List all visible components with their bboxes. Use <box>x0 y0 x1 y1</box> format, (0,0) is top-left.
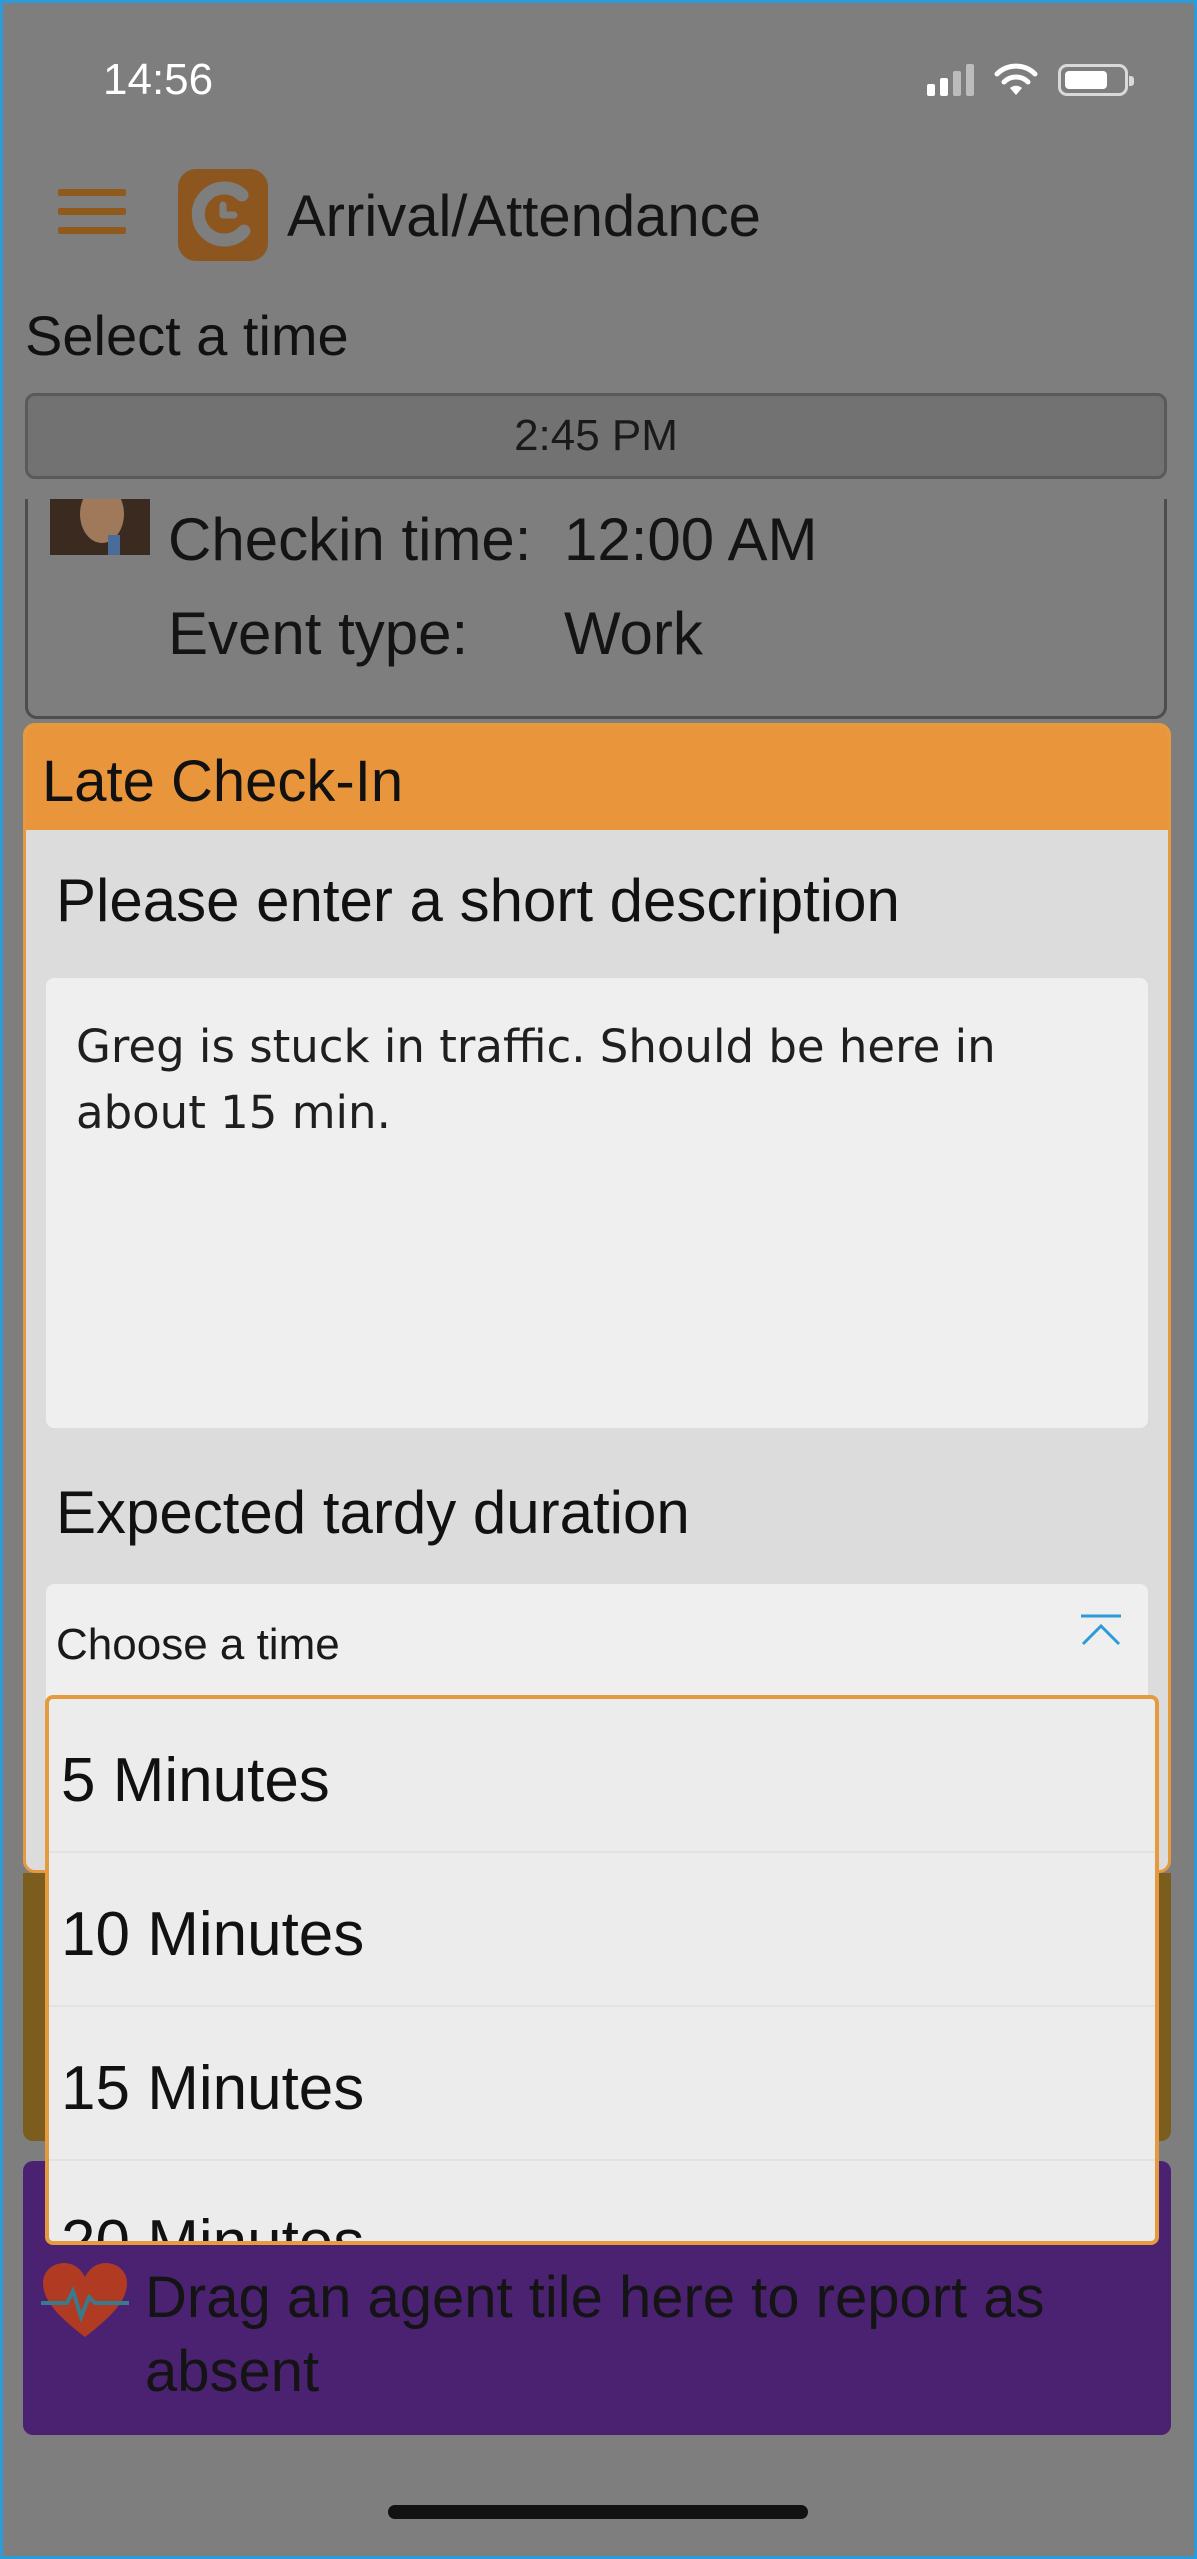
tardy-duration-label: Expected tardy duration <box>56 1479 690 1546</box>
agent-card[interactable]: Checkin time: 12:00 AM Event type: Work <box>25 499 1167 719</box>
description-label: Please enter a short description <box>56 867 900 934</box>
app-logo-icon <box>178 169 268 261</box>
list-item[interactable]: 5 Minutes <box>49 1699 1155 1853</box>
dialog-header: Late Check-In <box>26 726 1168 830</box>
option-label: 15 Minutes <box>61 2054 365 2123</box>
status-icons <box>927 63 1134 97</box>
list-item[interactable]: 10 Minutes <box>49 1853 1155 2007</box>
battery-icon <box>1058 64 1134 96</box>
checkin-time-value: 12:00 AM <box>564 506 818 573</box>
event-type-value: Work <box>564 600 703 667</box>
tardy-duration-select[interactable]: Choose a time <box>46 1584 1148 1704</box>
app-frame: 14:56 Arrival/Attendance Select a time 2… <box>0 0 1197 2559</box>
avatar <box>50 499 150 555</box>
status-time: 14:56 <box>103 55 214 104</box>
tardy-options-list[interactable]: 5 Minutes 10 Minutes 15 Minutes 20 Minut… <box>45 1695 1159 2245</box>
wifi-icon <box>994 63 1038 95</box>
chevron-up-icon[interactable] <box>1078 1612 1124 1650</box>
time-picker[interactable]: 2:45 PM <box>25 393 1167 479</box>
absent-zone-text: Drag an agent tile here to report as abs… <box>145 2265 1045 2404</box>
menu-icon[interactable] <box>58 189 126 235</box>
event-type-label: Event type: <box>168 600 469 667</box>
description-textarea[interactable]: Greg is stuck in traffic. Should be here… <box>46 978 1148 1428</box>
option-label: 10 Minutes <box>61 1900 365 1969</box>
dialog-title: Late Check-In <box>42 749 404 814</box>
checkin-time-label: Checkin time: <box>168 506 532 573</box>
list-item[interactable]: 15 Minutes <box>49 2007 1155 2161</box>
option-label: 20 Minutes <box>61 2208 365 2245</box>
heart-pulse-icon <box>41 2263 129 2337</box>
cellular-signal-icon <box>927 64 974 96</box>
list-item[interactable]: 20 Minutes <box>49 2161 1155 2245</box>
page-title: Arrival/Attendance <box>287 184 761 249</box>
option-label: 5 Minutes <box>61 1746 330 1815</box>
select-time-label: Select a time <box>25 304 349 367</box>
description-text: Greg is stuck in traffic. Should be here… <box>76 1020 996 1139</box>
home-indicator[interactable] <box>388 2505 808 2519</box>
tardy-select-value: Choose a time <box>56 1620 340 1669</box>
